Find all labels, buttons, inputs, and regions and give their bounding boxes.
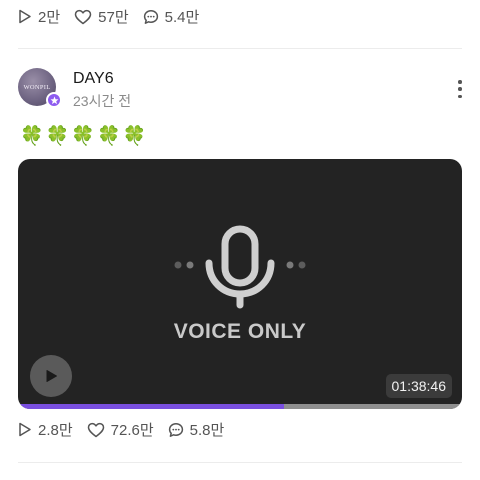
- more-options-button[interactable]: [452, 78, 468, 100]
- chat-bubble-icon: [168, 422, 183, 437]
- previous-post-stats: 2만 57만 5.4만: [18, 6, 199, 27]
- avatar-label: WONPIL: [23, 83, 51, 91]
- avatar[interactable]: WONPIL: [18, 68, 62, 108]
- comments-count: 5.4만: [164, 9, 200, 26]
- likes-count: 57만: [98, 9, 129, 26]
- post-divider: [18, 462, 462, 463]
- likes-stat[interactable]: 72.6만: [87, 419, 154, 440]
- star-badge-icon: [46, 92, 62, 108]
- more-vertical-icon: [458, 80, 462, 84]
- post-text: 🍀🍀🍀🍀🍀: [20, 126, 149, 147]
- views-count: 2.8만: [38, 422, 73, 439]
- post-stats: 2.8만 72.6만 5.8만: [18, 419, 224, 440]
- microphone-icon: [174, 225, 306, 309]
- play-outline-icon: [19, 9, 31, 24]
- chat-bubble-icon: [143, 9, 158, 24]
- play-icon: [46, 370, 57, 382]
- voice-only-label: VOICE ONLY: [173, 320, 307, 343]
- views-stat: 2.8만: [18, 419, 73, 440]
- author-name[interactable]: DAY6: [73, 70, 114, 88]
- progress-bar[interactable]: [18, 404, 462, 409]
- views-stat: 2만: [18, 6, 60, 27]
- progress-fill: [18, 404, 285, 409]
- play-outline-icon: [19, 422, 31, 437]
- duration-badge: 01:38:46: [385, 374, 452, 398]
- voice-player[interactable]: VOICE ONLY 01:38:46: [18, 159, 462, 409]
- post-time: 23시간 전: [73, 93, 132, 109]
- heart-outline-icon: [87, 422, 104, 437]
- heart-outline-icon: [74, 9, 92, 24]
- comments-count: 5.8만: [189, 422, 225, 439]
- likes-stat[interactable]: 57만: [74, 6, 129, 27]
- play-button[interactable]: [30, 355, 72, 397]
- post-divider: [18, 48, 462, 49]
- likes-count: 72.6만: [110, 422, 154, 439]
- comments-stat[interactable]: 5.4만: [143, 6, 200, 27]
- comments-stat[interactable]: 5.8만: [168, 419, 225, 440]
- views-count: 2만: [38, 9, 61, 26]
